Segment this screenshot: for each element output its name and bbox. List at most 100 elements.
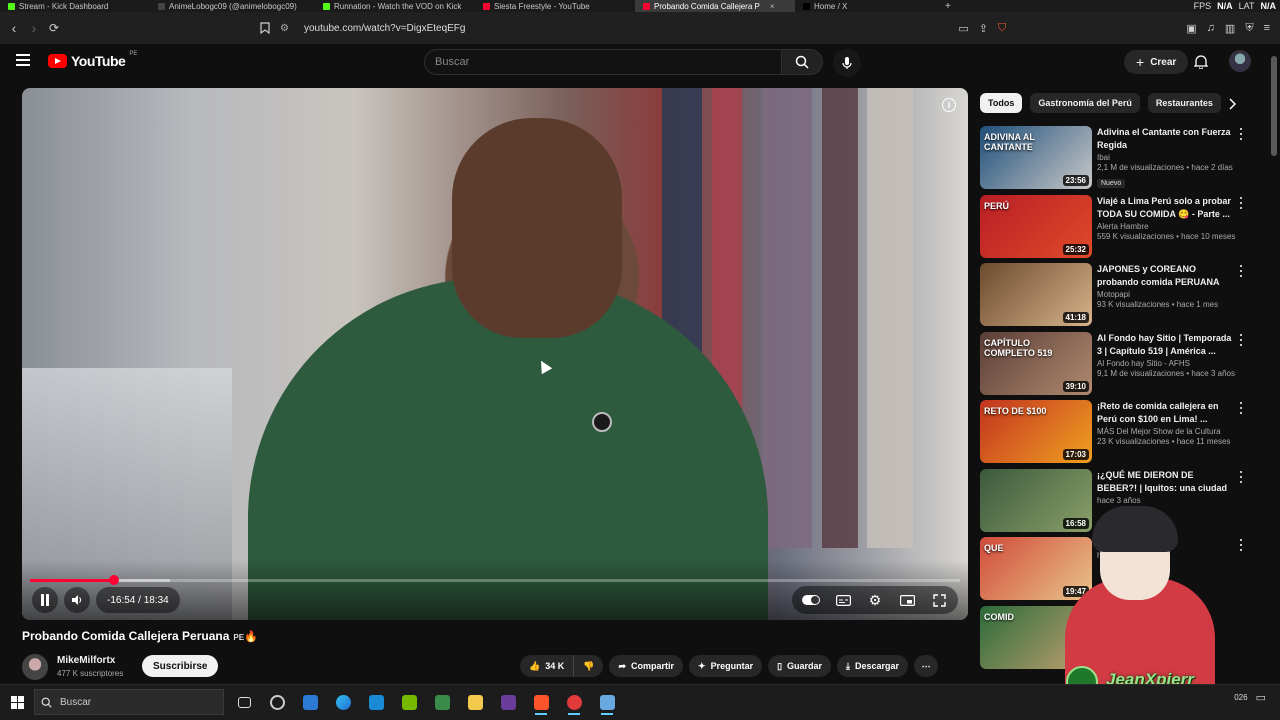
more-vertical-icon[interactable] [1238,196,1244,209]
browser-tab[interactable]: AnimeLobogc09 (@animelobogc09) [150,0,315,12]
vtube-app-icon[interactable] [595,689,619,715]
image-app-icon[interactable] [430,689,454,715]
recording-app-icon[interactable] [562,689,586,715]
subscribe-button[interactable]: Suscribirse [142,655,219,677]
search-input[interactable]: Buscar [424,49,782,75]
video-title[interactable]: ¡Reto de comida callejera en Perú con $1… [1097,400,1232,426]
fullscreen-icon[interactable] [930,591,948,609]
miniplayer-icon[interactable] [898,591,916,609]
menu-icon[interactable]: ≡ [1264,22,1270,34]
media-icon[interactable]: ♫ [1207,22,1215,34]
youtube-logo[interactable]: YouTube PE [48,51,137,69]
brave-shield-icon[interactable]: ⛉ [998,22,1006,35]
recommended-video[interactable]: PERÚ 25:32 Viajé a Lima Perú solo a probar… [980,194,1250,259]
video-thumbnail[interactable]: CAPÍTULO COMPLETO 519 39:10 [980,331,1092,395]
voice-search-button[interactable] [833,49,861,77]
cast-icon[interactable]: ▭ [958,22,968,35]
site-settings-icon[interactable]: ⚙ [280,23,294,34]
like-button[interactable]: 👍 34 K [520,655,574,677]
browser-tab[interactable]: Home / X [795,0,935,12]
video-thumbnail[interactable]: RETO DE $100 17:03 [980,400,1092,463]
subtitles-icon[interactable] [834,591,852,609]
channel-name[interactable]: Motopapi [1097,290,1232,299]
brave-browser-icon[interactable] [529,689,553,715]
channel-avatar[interactable] [22,654,48,680]
dislike-button[interactable]: 👎 [573,655,604,677]
store-app-icon[interactable] [298,689,322,715]
video-title[interactable]: ¡¿QUÉ ME DIERON DE BEBER?! | Iquitos: un… [1097,469,1232,495]
browser-tab[interactable]: Stream - Kick Dashboard [0,0,150,12]
video-title[interactable]: Viajé a Lima Perú solo a probar TODA SU … [1097,195,1232,221]
chevron-right-icon[interactable] [1224,96,1240,112]
video-duration: 25:32 [1062,243,1089,255]
task-view-icon[interactable] [232,689,256,715]
create-button[interactable]: + Crear [1124,50,1189,74]
recommended-video[interactable]: 41:18 JAPONES y COREANO probando comida P… [980,263,1250,327]
video-thumbnail[interactable]: ADIVINA AL CANTANTE 23:56 [980,126,1092,189]
browser-tab[interactable]: Runnation - Watch the VOD on Kick [315,0,475,12]
vpn-icon[interactable]: ⛨ [1245,22,1253,35]
more-vertical-icon[interactable] [1238,539,1244,551]
reload-icon[interactable]: ⟳ [44,18,64,38]
autoplay-toggle[interactable] [802,591,820,609]
scrollbar[interactable] [1271,56,1277,156]
video-title[interactable]: Adivina el Cantante con Fuerza Regida [1097,126,1232,152]
video-thumbnail[interactable]: 41:18 [980,263,1092,326]
speedometer-app-icon[interactable] [265,689,289,715]
browser-tab[interactable]: Siesta Freestyle - YouTube [475,0,635,12]
video-title[interactable]: Al Fondo hay Sitio | Temporada 3 | Capít… [1097,332,1232,358]
channel-name[interactable]: Ibai [1097,153,1232,162]
more-vertical-icon[interactable] [1238,265,1244,277]
share-page-icon[interactable]: ⇪ [979,22,988,35]
bookmark-icon[interactable] [255,18,275,38]
filter-chip[interactable]: Todos [980,93,1023,113]
mail-app-icon[interactable] [364,689,388,715]
notification-icon[interactable]: ▭ [1256,691,1266,704]
more-vertical-icon[interactable] [1238,402,1244,414]
taskbar-search[interactable]: Buscar [34,689,224,715]
notifications-bell-icon[interactable] [1192,52,1210,70]
obs-app-icon[interactable] [496,689,520,715]
recommended-video[interactable]: ADIVINA AL CANTANTE 23:56 Adivina el Canta… [980,126,1250,190]
nvidia-app-icon[interactable] [397,689,421,715]
filter-chip[interactable]: Gastronomía del Perú [1030,93,1140,113]
more-vertical-icon[interactable] [1238,470,1244,483]
more-actions-button[interactable]: ⋯ [914,655,939,677]
save-button[interactable]: ▯ Guardar [768,655,832,677]
ask-button[interactable]: ✦ Preguntar [689,655,763,677]
file-explorer-icon[interactable] [463,689,487,715]
address-bar[interactable]: ⚙ youtube.com/watch?v=DigxEteqEFg [280,18,1000,38]
volume-button[interactable] [64,587,90,613]
channel-name[interactable]: Al Fondo hay Sitio - AFHS [1097,359,1232,368]
guide-menu-icon[interactable] [16,54,30,66]
back-icon[interactable]: ‹ [4,18,24,38]
share-button[interactable]: ➦ Compartir [609,655,684,677]
account-avatar[interactable] [1229,50,1251,72]
search-button[interactable] [781,49,823,75]
channel-name[interactable]: Alerta Hambre [1097,222,1232,231]
video-player[interactable]: i -16:54 / 18:34 ⚙ [22,88,968,620]
info-icon[interactable]: i [942,98,956,112]
new-tab-icon[interactable]: + [945,1,951,12]
download-button[interactable]: ⤓ Descargar [837,655,909,677]
video-thumbnail[interactable]: PERÚ 25:32 [980,194,1092,258]
edge-app-icon[interactable] [331,689,355,715]
recommended-video[interactable]: CAPÍTULO COMPLETO 519 39:10 Al Fondo hay S… [980,331,1250,396]
browser-tab[interactable]: Probando Comida Callejera P × [635,0,795,12]
pause-button[interactable] [32,587,58,613]
forward-icon[interactable]: › [24,18,44,38]
wallet-icon[interactable]: ▣ [1186,22,1196,35]
windows-start-icon[interactable] [11,696,24,709]
more-vertical-icon[interactable] [1238,128,1244,140]
more-vertical-icon[interactable] [1238,333,1244,346]
filter-chip[interactable]: Restaurantes [1147,93,1221,113]
channel-name[interactable]: MÁS Del Mejor Show de la Cultura [1097,427,1232,436]
progress-bar[interactable] [30,575,960,585]
channel-name[interactable]: MikeMilfortx [57,655,115,666]
video-title[interactable]: JAPONES y COREANO probando comida PERUAN… [1097,263,1232,289]
scrubber-handle[interactable] [108,575,119,585]
settings-gear-icon[interactable]: ⚙ [866,591,884,609]
sidebar-icon[interactable]: ▥ [1225,22,1235,35]
close-tab-icon[interactable]: × [770,2,775,11]
recommended-video[interactable]: RETO DE $100 17:03 ¡Reto de comida calleje… [980,400,1250,464]
